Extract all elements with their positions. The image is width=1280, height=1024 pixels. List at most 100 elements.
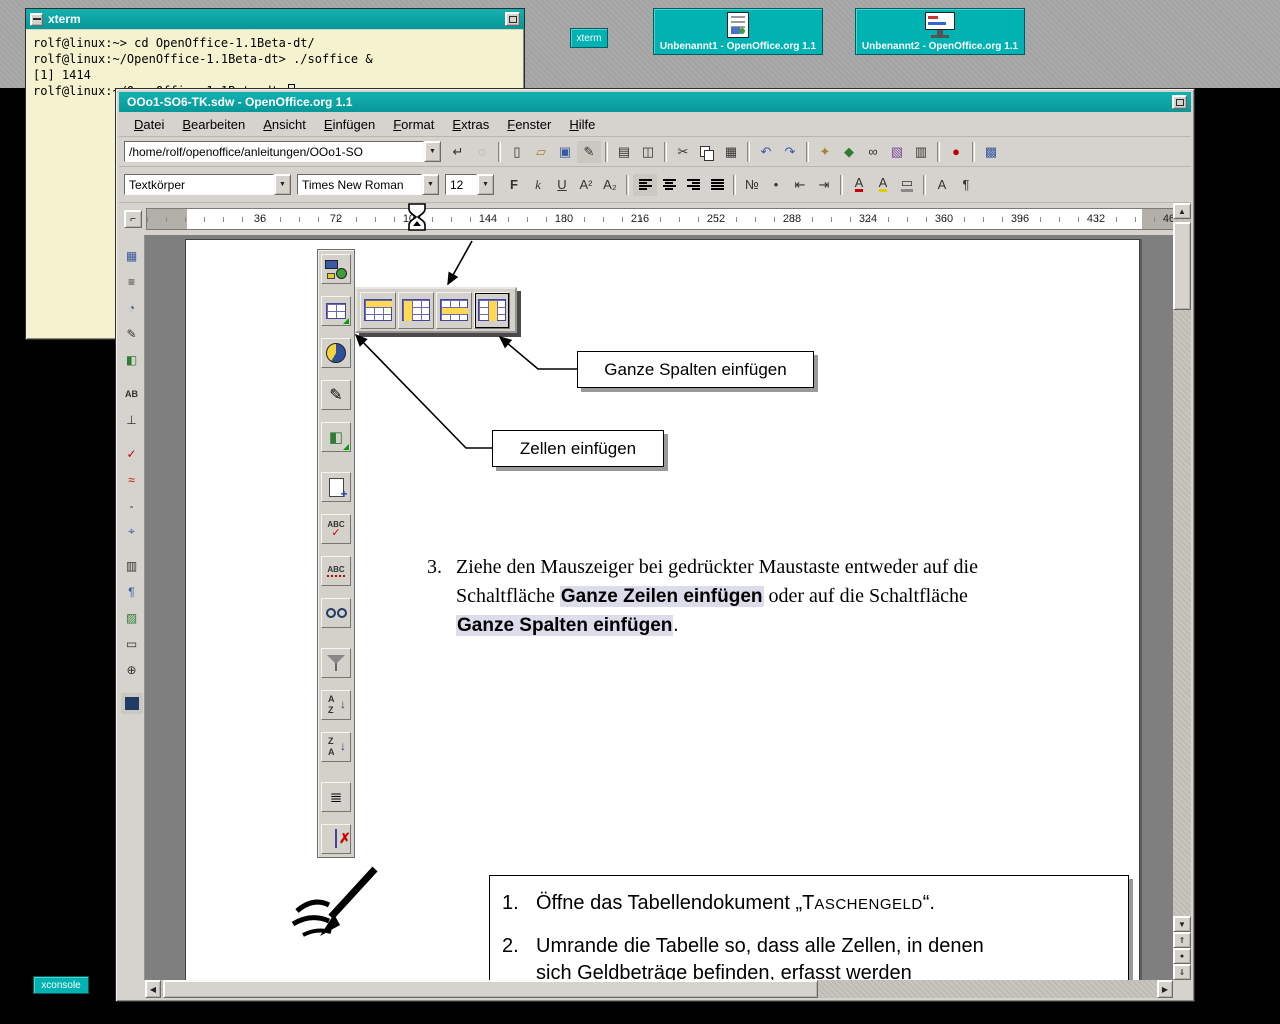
- paragraph-dialog-button[interactable]: ¶: [954, 174, 978, 196]
- menu-fenster[interactable]: Fenster: [498, 114, 560, 135]
- style-dropdown-icon[interactable]: ▼: [274, 174, 291, 195]
- edit-file-button[interactable]: ✎: [577, 141, 601, 163]
- font-color-button[interactable]: A: [847, 174, 871, 196]
- print-button[interactable]: ▤: [612, 141, 636, 163]
- scroll-down-button[interactable]: ▼: [1173, 916, 1191, 932]
- size-dropdown-icon[interactable]: ▼: [477, 174, 494, 195]
- document-page[interactable]: ✎ ◧ + ABC✓ ABC AZ↓ ZA↓ ≣ ✗: [185, 239, 1140, 980]
- menu-einfuegen[interactable]: Einfügen: [315, 114, 384, 135]
- align-right-button[interactable]: [681, 174, 705, 196]
- page-view-button[interactable]: [121, 693, 143, 714]
- hyperlink-dialog-button[interactable]: ∞: [861, 141, 885, 163]
- font-name-field[interactable]: Times New Roman: [297, 174, 422, 195]
- window-titlebar[interactable]: OOo1-SO6-TK.sdw - OpenOffice.org 1.1: [119, 92, 1191, 112]
- gallery-button[interactable]: ▧: [885, 141, 909, 163]
- find-replace-button[interactable]: ⌖: [121, 521, 143, 542]
- new-document-button[interactable]: ▯: [505, 141, 529, 163]
- insert-fields-button[interactable]: ≡: [121, 271, 143, 292]
- form-functions-button[interactable]: ◧: [121, 349, 143, 370]
- autotext-button[interactable]: AB: [121, 383, 143, 404]
- data-sources-button[interactable]: ▥: [121, 555, 143, 576]
- direct-cursor-button[interactable]: ⊥: [121, 409, 143, 430]
- paste-button[interactable]: ▦: [719, 141, 743, 163]
- redo-button[interactable]: ↷: [778, 141, 802, 163]
- bullets-button[interactable]: •: [764, 174, 788, 196]
- italic-button[interactable]: k: [526, 174, 550, 196]
- document-area[interactable]: ✎ ◧ + ABC✓ ABC AZ↓ ZA↓ ≣ ✗: [145, 235, 1173, 980]
- save-document-button[interactable]: ▣: [553, 141, 577, 163]
- bold-button[interactable]: F: [502, 174, 526, 196]
- auto-spellcheck-button[interactable]: ≈: [121, 469, 143, 490]
- maximize-button[interactable]: [1172, 95, 1187, 109]
- navigation-button[interactable]: ●: [1173, 948, 1191, 964]
- font-size-field[interactable]: 12: [445, 174, 477, 195]
- align-center-button[interactable]: [657, 174, 681, 196]
- paragraph-style-field[interactable]: Textkörper: [124, 174, 274, 195]
- decrease-indent-button[interactable]: ⇤: [788, 174, 812, 196]
- scroll-up-button[interactable]: ▲: [1173, 203, 1191, 219]
- copy-button[interactable]: [695, 141, 719, 163]
- nonprinting-characters-button[interactable]: ¶: [121, 581, 143, 602]
- menu-ansicht[interactable]: Ansicht: [254, 114, 315, 135]
- url-combobox[interactable]: /home/rolf/openoffice/anleitungen/OOo1-S…: [124, 141, 441, 162]
- increase-indent-button[interactable]: ⇥: [812, 174, 836, 196]
- url-field[interactable]: /home/rolf/openoffice/anleitungen/OOo1-S…: [124, 141, 424, 162]
- undo-button[interactable]: ↶: [754, 141, 778, 163]
- stop-loading-button[interactable]: ◌: [470, 141, 494, 163]
- horizontal-ruler[interactable]: 36 72 108 144 180 216 252 288 324 360 39…: [146, 208, 1189, 230]
- data-sources-button[interactable]: ▥: [909, 141, 933, 163]
- font-dropdown-icon[interactable]: ▼: [422, 174, 439, 195]
- navigator-button[interactable]: ✦: [813, 141, 837, 163]
- justify-button[interactable]: [705, 174, 729, 196]
- window-menu-icon[interactable]: [30, 13, 43, 26]
- hyphenation-button[interactable]: -: [121, 495, 143, 516]
- cut-button[interactable]: ✂: [671, 141, 695, 163]
- hscroll-track[interactable]: [161, 980, 1157, 998]
- align-left-button[interactable]: [633, 174, 657, 196]
- maximize-button[interactable]: [505, 12, 520, 26]
- horizontal-scrollbar[interactable]: ◀ ▶: [145, 980, 1173, 998]
- zoom-button[interactable]: ⊕: [121, 659, 143, 680]
- draw-functions-button[interactable]: ✎: [121, 323, 143, 344]
- scroll-right-button[interactable]: ▶: [1157, 980, 1173, 998]
- menu-datei[interactable]: Datei: [125, 114, 173, 135]
- menu-bearbeiten[interactable]: Bearbeiten: [173, 114, 254, 135]
- menu-hilfe[interactable]: Hilfe: [560, 114, 604, 135]
- online-layout-button[interactable]: ▭: [121, 633, 143, 654]
- highlighting-button[interactable]: A: [871, 174, 895, 196]
- record-changes-button[interactable]: ●: [944, 141, 968, 163]
- subscript-button[interactable]: A₂: [598, 174, 622, 196]
- insert-button[interactable]: ▦: [121, 245, 143, 266]
- graphics-on-off-button[interactable]: ▨: [121, 607, 143, 628]
- menu-format[interactable]: Format: [384, 114, 443, 135]
- insert-image-button[interactable]: ▩: [979, 141, 1003, 163]
- character-dialog-button[interactable]: A: [930, 174, 954, 196]
- vscroll-thumb[interactable]: [1173, 222, 1191, 310]
- superscript-button[interactable]: A²: [574, 174, 598, 196]
- open-document-button[interactable]: ▱: [529, 141, 553, 163]
- underline-button[interactable]: U: [550, 174, 574, 196]
- insert-object-button[interactable]: ◔: [121, 297, 143, 318]
- xterm-titlebar[interactable]: xterm: [26, 9, 524, 29]
- menu-extras[interactable]: Extras: [443, 114, 498, 135]
- xterm-minimized-icon[interactable]: xterm: [570, 28, 608, 48]
- tab-type-button[interactable]: ⌐: [124, 210, 142, 228]
- font-size-combobox[interactable]: 12 ▼: [445, 174, 494, 195]
- paragraph-style-combobox[interactable]: Textkörper ▼: [124, 174, 291, 195]
- unbenannt2-minimized-icon[interactable]: Unbenannt2 - OpenOffice.org 1.1: [855, 8, 1025, 55]
- unbenannt1-minimized-icon[interactable]: Unbenannt1 - OpenOffice.org 1.1: [653, 8, 823, 55]
- previous-page-button[interactable]: ⇑: [1173, 932, 1191, 948]
- xconsole-minimized-icon[interactable]: xconsole: [33, 976, 89, 994]
- next-page-button[interactable]: ⇓: [1173, 964, 1191, 980]
- paragraph-background-button[interactable]: ▭: [895, 174, 919, 196]
- stylist-button[interactable]: ◆: [837, 141, 861, 163]
- vscroll-track[interactable]: [1173, 219, 1191, 916]
- hscroll-thumb[interactable]: [163, 980, 818, 998]
- vertical-scrollbar[interactable]: ▲ ▼ ⇑ ● ⇓: [1173, 203, 1191, 980]
- numbering-button[interactable]: №: [740, 174, 764, 196]
- load-url-button[interactable]: ↵: [446, 141, 470, 163]
- font-name-combobox[interactable]: Times New Roman ▼: [297, 174, 439, 195]
- spellcheck-button[interactable]: ✓: [121, 443, 143, 464]
- page-preview-button[interactable]: ◫: [636, 141, 660, 163]
- url-dropdown-icon[interactable]: ▼: [424, 141, 441, 162]
